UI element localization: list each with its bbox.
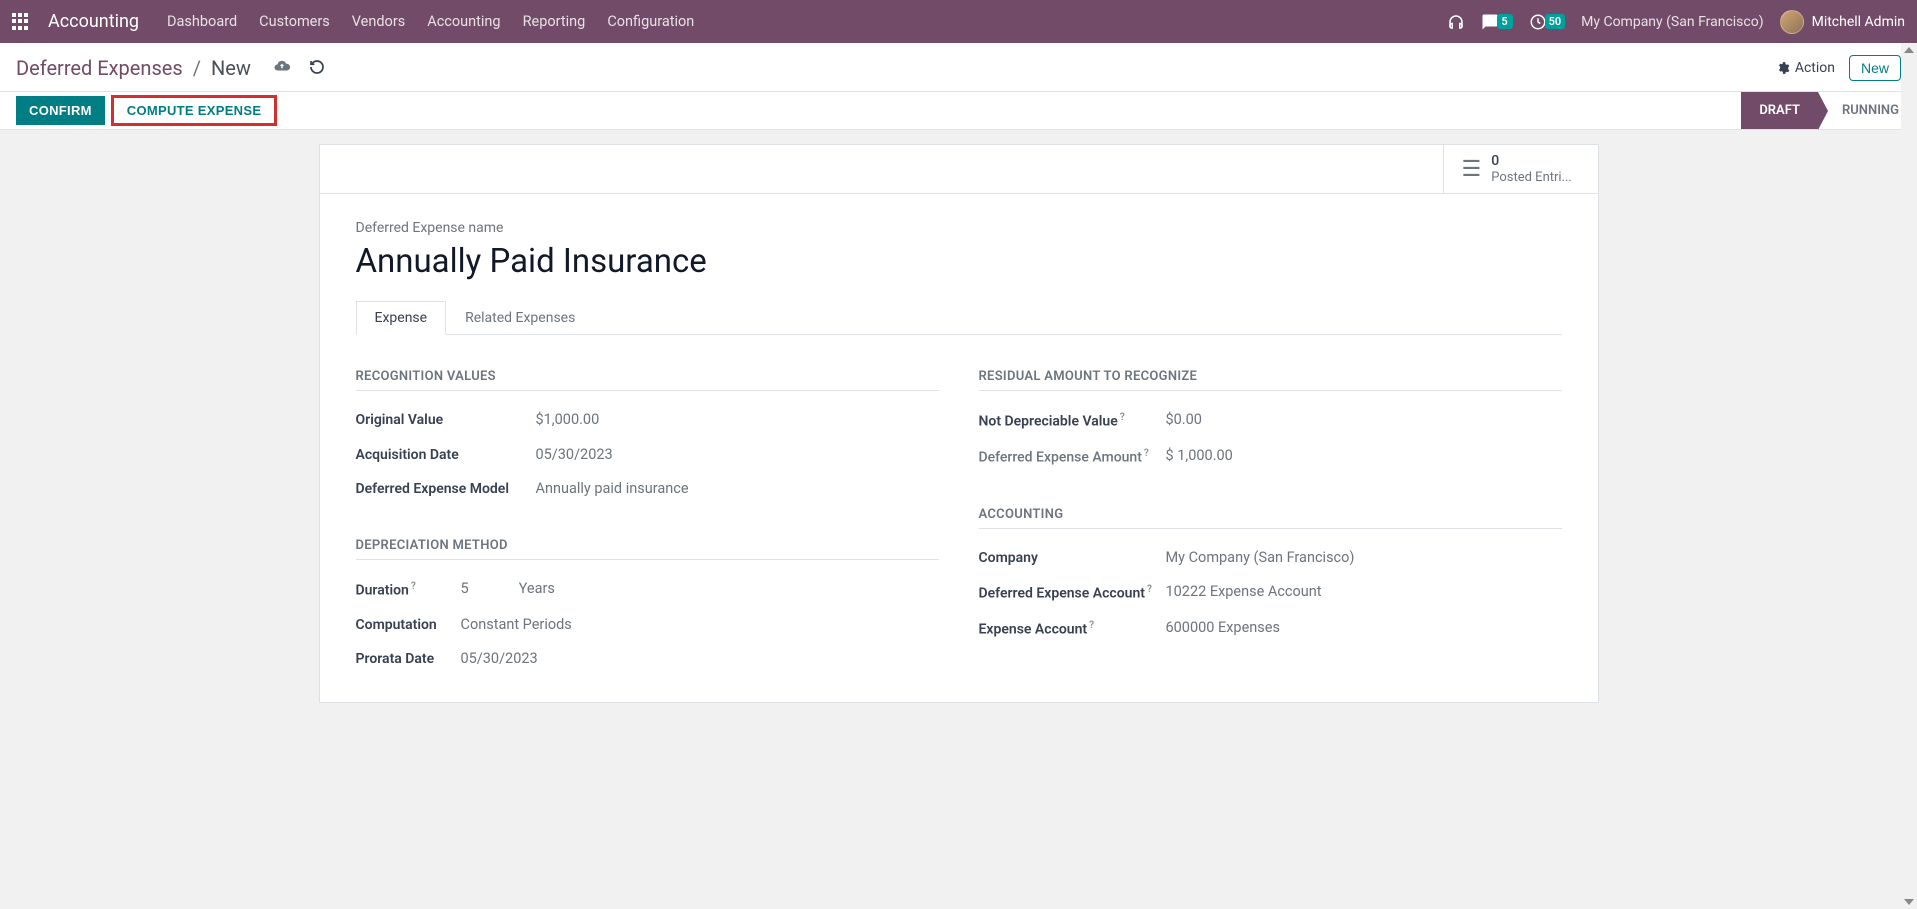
gear-icon [1776,61,1790,75]
value-duration-unit[interactable]: Years [519,580,555,597]
nav-customers[interactable]: Customers [259,13,330,30]
field-computation: Computation Constant Periods [356,608,939,642]
tabs: Expense Related Expenses [356,301,1562,335]
cp-actions: Action New [1776,55,1901,81]
compute-expense-button[interactable]: COMPUTE EXPENSE [111,95,278,126]
nav-menu: Dashboard Customers Vendors Accounting R… [167,13,694,30]
control-panel: Deferred Expenses / New Action New [0,43,1917,92]
main-navbar: Accounting Dashboard Customers Vendors A… [0,0,1917,43]
value-def-amount: $ 1,000.00 [1166,447,1562,464]
navbar-left: Accounting Dashboard Customers Vendors A… [12,11,694,32]
scrollbar[interactable] [1901,43,1917,909]
field-acquisition-date: Acquisition Date 05/30/2023 [356,438,939,472]
stat-buttons: ☰ 0 Posted Entri... [320,145,1598,194]
support-icon[interactable] [1447,13,1465,31]
breadcrumb-current: New [211,56,251,80]
user-name: Mitchell Admin [1812,14,1905,30]
scroll-up-icon[interactable] [1901,43,1917,57]
value-model[interactable]: Annually paid insurance [536,480,939,497]
left-column: RECOGNITION VALUES Original Value $1,000… [356,363,939,676]
nav-configuration[interactable]: Configuration [607,13,694,30]
label-def-account: Deferred Expense Account? [979,583,1166,603]
label-duration: Duration? [356,580,461,600]
field-def-account: Deferred Expense Account? 10222 Expense … [979,575,1562,611]
label-def-amount: Deferred Expense Amount? [979,447,1166,467]
field-company: Company My Company (San Francisco) [979,541,1562,575]
confirm-button[interactable]: CONFIRM [16,96,105,125]
posted-entries-stat[interactable]: ☰ 0 Posted Entri... [1443,145,1598,193]
scroll-down-icon[interactable] [1901,895,1917,909]
nav-vendors[interactable]: Vendors [352,13,405,30]
label-acq-date: Acquisition Date [356,446,536,464]
user-menu[interactable]: Mitchell Admin [1780,10,1905,34]
list-icon: ☰ [1462,157,1482,182]
label-company: Company [979,549,1166,567]
value-company[interactable]: My Company (San Francisco) [1166,549,1562,566]
help-icon[interactable]: ? [1144,448,1149,459]
apps-icon[interactable] [12,13,30,31]
action-label: Action [1795,60,1835,76]
nav-accounting[interactable]: Accounting [427,13,500,30]
breadcrumb-root[interactable]: Deferred Expenses [16,56,183,80]
record-title[interactable]: Annually Paid Insurance [356,242,1562,281]
help-icon[interactable]: ? [411,581,416,592]
status-stages: DRAFT RUNNING [1741,92,1917,129]
stat-label: Posted Entri... [1491,170,1572,186]
value-duration[interactable]: 5 [461,580,469,597]
company-switcher[interactable]: My Company (San Francisco) [1581,14,1763,30]
tab-related-expenses[interactable]: Related Expenses [446,301,594,334]
value-acq-date[interactable]: 05/30/2023 [536,446,939,463]
new-button[interactable]: New [1849,55,1901,81]
value-not-depr[interactable]: $0.00 [1166,411,1562,428]
field-duration: Duration? 5 Years [356,572,939,608]
cloud-save-icon[interactable] [273,56,291,80]
label-prorata: Prorata Date [356,650,461,668]
messages-icon[interactable]: 5 [1481,13,1513,31]
section-residual: RESIDUAL AMOUNT TO RECOGNIZE [979,363,1562,391]
breadcrumb: Deferred Expenses / New [16,56,325,80]
field-not-depreciable: Not Depreciable Value? $0.00 [979,403,1562,439]
app-title[interactable]: Accounting [48,11,139,32]
value-computation[interactable]: Constant Periods [461,616,939,633]
discard-icon[interactable] [309,56,325,80]
value-exp-account[interactable]: 600000 Expenses [1166,619,1562,636]
action-dropdown[interactable]: Action [1776,60,1835,76]
form-sheet: ☰ 0 Posted Entri... Deferred Expense nam… [319,144,1599,703]
value-def-account[interactable]: 10222 Expense Account [1166,583,1562,600]
help-icon[interactable]: ? [1089,620,1094,631]
title-label: Deferred Expense name [356,220,1562,236]
value-original-value[interactable]: $1,000.00 [536,411,939,428]
label-not-depr: Not Depreciable Value? [979,411,1166,431]
label-model: Deferred Expense Model [356,480,536,498]
field-model: Deferred Expense Model Annually paid ins… [356,472,939,506]
tab-expense[interactable]: Expense [356,301,447,335]
status-draft[interactable]: DRAFT [1741,92,1818,129]
stat-count: 0 [1491,153,1572,170]
label-exp-account: Expense Account? [979,619,1166,639]
breadcrumb-sep: / [193,56,201,80]
help-icon[interactable]: ? [1147,584,1152,595]
nav-reporting[interactable]: Reporting [523,13,586,30]
value-prorata[interactable]: 05/30/2023 [461,650,939,667]
statusbar: CONFIRM COMPUTE EXPENSE DRAFT RUNNING [0,92,1917,130]
avatar-icon [1780,10,1804,34]
nav-dashboard[interactable]: Dashboard [167,13,237,30]
messages-badge: 5 [1497,14,1513,29]
help-icon[interactable]: ? [1120,412,1125,423]
section-depreciation: DEPRECIATION METHOD [356,532,939,560]
section-accounting: ACCOUNTING [979,501,1562,529]
field-prorata: Prorata Date 05/30/2023 [356,642,939,676]
activities-icon[interactable]: 50 [1529,13,1566,31]
label-original-value: Original Value [356,411,536,429]
label-computation: Computation [356,616,461,634]
right-column: RESIDUAL AMOUNT TO RECOGNIZE Not Depreci… [979,363,1562,676]
field-deferred-amount: Deferred Expense Amount? $ 1,000.00 [979,439,1562,475]
field-exp-account: Expense Account? 600000 Expenses [979,611,1562,647]
field-original-value: Original Value $1,000.00 [356,403,939,437]
section-recognition: RECOGNITION VALUES [356,363,939,391]
activities-badge: 50 [1545,14,1566,29]
navbar-right: 5 50 My Company (San Francisco) Mitchell… [1447,10,1905,34]
